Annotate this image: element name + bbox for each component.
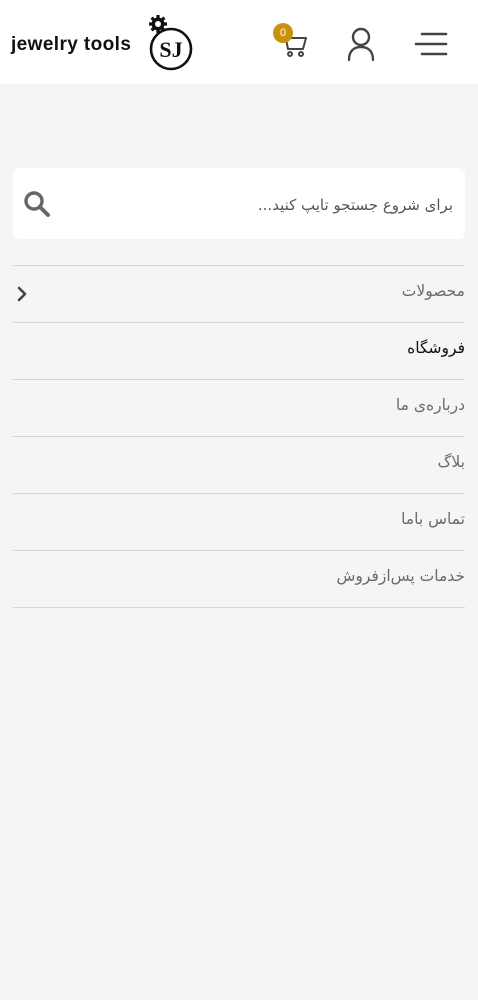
search-icon[interactable] bbox=[23, 190, 51, 218]
search-box bbox=[13, 168, 465, 241]
nav-item-products[interactable]: محصولات bbox=[13, 265, 465, 322]
mobile-nav-menu: محصولات فروشگاه درباره‌ی ما بلاگ تماس با… bbox=[13, 265, 465, 608]
nav-item-label: تماس باما bbox=[401, 510, 465, 528]
hamburger-menu-icon[interactable] bbox=[412, 28, 450, 60]
logo-icon[interactable]: SJ bbox=[144, 14, 194, 72]
nav-item-about-us[interactable]: درباره‌ی ما bbox=[13, 379, 465, 436]
nav-item-label: محصولات bbox=[401, 282, 465, 300]
nav-item-label: خدمات پس‌ازفروش bbox=[336, 567, 466, 585]
nav-item-label: درباره‌ی ما bbox=[395, 396, 465, 414]
nav-item-blog[interactable]: بلاگ bbox=[13, 436, 465, 493]
chevron-left-icon[interactable] bbox=[15, 285, 31, 303]
nav-item-after-sales-service[interactable]: خدمات پس‌ازفروش bbox=[13, 550, 465, 608]
logo-monogram: SJ bbox=[159, 37, 182, 62]
nav-item-shop[interactable]: فروشگاه bbox=[13, 322, 465, 379]
nav-item-contact-us[interactable]: تماس باما bbox=[13, 493, 465, 550]
nav-item-label: فروشگاه bbox=[407, 339, 465, 357]
nav-item-label: بلاگ bbox=[437, 453, 465, 471]
cart-count-badge: 0 bbox=[273, 23, 293, 43]
search-input[interactable] bbox=[71, 168, 455, 241]
user-icon[interactable] bbox=[344, 26, 378, 62]
site-header: jewelry tools SJ 0 bbox=[0, 0, 478, 84]
logo-text[interactable]: jewelry tools bbox=[11, 34, 131, 56]
